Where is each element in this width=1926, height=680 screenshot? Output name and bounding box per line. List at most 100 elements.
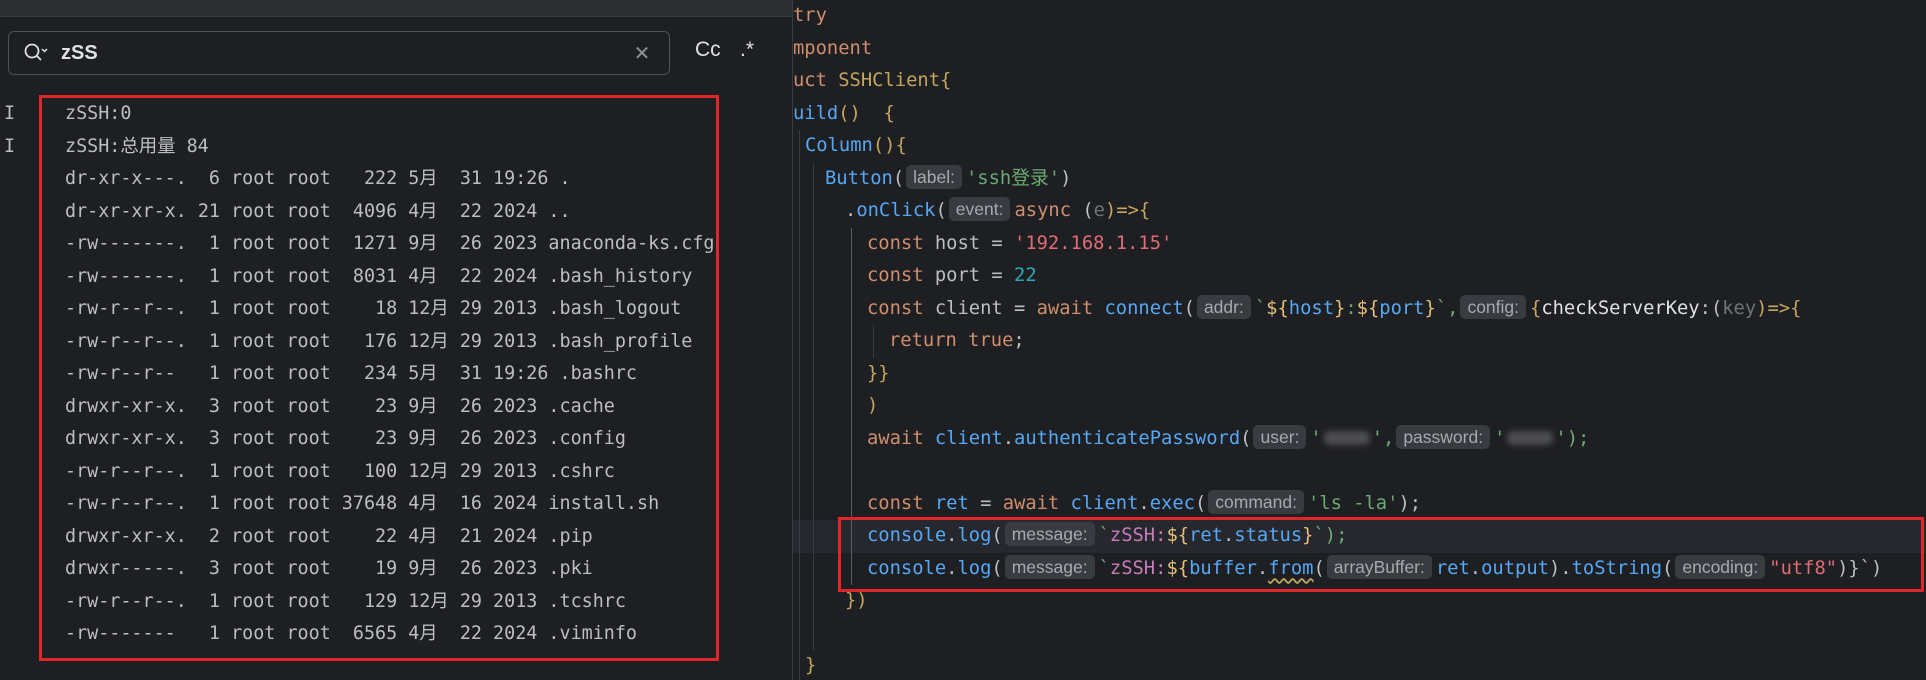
log-text: dr-xr-x---. 6 root root 222 5月 31 19:26 … <box>65 168 571 189</box>
code-line: uild() { <box>793 98 1926 131</box>
indent-guide <box>851 520 852 553</box>
code-line: mponent <box>793 33 1926 66</box>
exec-call: const ret = await client.exec(command:'l… <box>867 489 1422 514</box>
code-line: .onClick(event: async (e)=>{ <box>793 195 1926 228</box>
param-hint: event: <box>948 197 1011 221</box>
code-lines: try mponent uct SSHClient{ uild() { Colu… <box>793 0 1926 680</box>
console-log-status: console.log(message: `zSSH:${ret.status}`… <box>867 522 1348 546</box>
indent-guide <box>799 422 800 455</box>
indent-guide <box>813 260 814 293</box>
param-hint: encoding: <box>1675 554 1766 579</box>
log-text: -rw-r--r--. 1 root root 37648 4月 16 2024… <box>65 493 660 514</box>
param-hint: label: <box>906 164 962 189</box>
log-line: -rw-------. 1 root root 1271 9月 26 2023 … <box>0 228 792 261</box>
code-line: try <box>793 0 1926 33</box>
console-log-output: console.log(message: `zSSH:${buffer.from(… <box>867 554 1883 579</box>
log-line: -rw------- 1 root root 6565 4月 22 2024 .… <box>0 618 792 651</box>
log-text: -rw------- 1 root root 6565 4月 22 2024 .… <box>65 623 637 644</box>
indent-guide <box>851 455 852 488</box>
indent-guide <box>813 325 814 358</box>
indent-guide <box>813 520 814 553</box>
panel-header <box>0 0 792 17</box>
log-line: dr-xr-x---. 6 root root 222 5月 31 19:26 … <box>0 163 792 196</box>
code-editor[interactable]: try mponent uct SSHClient{ uild() { Colu… <box>792 0 1926 680</box>
log-panel: ✕ Cc .* IzSSH:0 IzSSH:总用量 84 dr-xr-x---.… <box>0 0 792 680</box>
indent-guide <box>851 325 852 358</box>
log-line: -rw-r--r--. 1 root root 100 12月 29 2013 … <box>0 456 792 489</box>
code-line: } <box>793 650 1926 680</box>
log-line: -rw-r--r--. 1 root root 129 12月 29 2013 … <box>0 586 792 619</box>
log-line: dr-xr-xr-x. 21 root root 4096 4月 22 2024… <box>0 196 792 229</box>
indent-guide <box>799 650 800 680</box>
code-line: ) <box>793 390 1926 423</box>
indent-guide <box>799 357 800 390</box>
indent-guide <box>799 552 800 585</box>
code-token: } <box>805 655 817 676</box>
indent-guide <box>813 292 814 325</box>
onclick-call: .onClick(event: async (e)=>{ <box>845 197 1151 221</box>
log-line: drwxr-xr-x. 3 root root 23 9月 26 2023 .c… <box>0 391 792 424</box>
param-hint: addr: <box>1196 294 1251 319</box>
search-icon[interactable] <box>23 41 49 65</box>
code-token: try <box>793 5 827 26</box>
return-statement: return true; <box>889 330 1025 351</box>
code-line <box>793 617 1926 650</box>
indent-guide <box>813 617 814 650</box>
log-text: -rw-r--r--. 1 root root 129 12月 29 2013 … <box>65 590 626 612</box>
indent-guide <box>799 325 800 358</box>
indent-guide <box>851 260 852 293</box>
indent-guide <box>813 552 814 585</box>
code-line: Button(label:'ssh登录') <box>793 162 1926 195</box>
code-line: console.log(message: `zSSH:${buffer.from(… <box>793 552 1926 585</box>
indent-guide <box>813 195 814 228</box>
match-case-toggle[interactable]: Cc <box>695 38 721 62</box>
param-hint: config: <box>1460 294 1526 319</box>
indent-guide <box>873 325 874 358</box>
code-line: const port = 22 <box>793 260 1926 293</box>
indent-guide <box>799 520 800 553</box>
code-line: const host = '192.168.1.15' <box>793 227 1926 260</box>
indent-guide <box>851 227 852 260</box>
search-box[interactable]: ✕ <box>8 31 670 75</box>
code-line: const ret = await client.exec(command:'l… <box>793 487 1926 520</box>
log-text: dr-xr-xr-x. 21 root root 4096 4月 22 2024… <box>65 200 571 222</box>
code-line-current: console.log(message: `zSSH:${ret.status}`… <box>793 520 1926 553</box>
log-text: zSSH:总用量 84 <box>65 135 209 157</box>
log-line: -rw-r--r--. 1 root root 37648 4月 16 2024… <box>0 488 792 521</box>
param-hint: command: <box>1208 489 1304 514</box>
param-hint: arrayBuffer: <box>1326 554 1432 579</box>
indent-guide <box>851 292 852 325</box>
indent-guide <box>799 455 800 488</box>
indent-guide <box>799 162 800 195</box>
log-line: -rw-------. 1 root root 8031 4月 22 2024 … <box>0 261 792 294</box>
log-line: drwxr-xr-x. 3 root root 23 9月 26 2023 .c… <box>0 423 792 456</box>
indent-guide <box>851 487 852 520</box>
log-text: -rw-r--r--. 1 root root 100 12月 29 2013 … <box>65 460 615 482</box>
indent-guide <box>799 130 800 163</box>
indent-guide <box>813 227 814 260</box>
code-line <box>793 455 1926 488</box>
log-line: -rw-r--r--. 1 root root 18 12月 29 2013 .… <box>0 293 792 326</box>
log-text: -rw-------. 1 root root 8031 4月 22 2024 … <box>65 265 693 287</box>
param-hint: password: <box>1396 424 1491 449</box>
code-line: const client = await connect(addr: `${hos… <box>793 292 1926 325</box>
host-declaration: const host = '192.168.1.15' <box>867 232 1173 254</box>
log-text: drwxr-----. 3 root root 19 9月 26 2023 .p… <box>65 558 593 579</box>
indent-guide <box>813 357 814 390</box>
code-line: uct SSHClient{ <box>793 65 1926 98</box>
connect-call: const client = await connect(addr: `${hos… <box>867 294 1802 319</box>
indent-guide <box>799 260 800 293</box>
log-text: -rw-r--r--. 1 root root 18 12月 29 2013 .… <box>65 298 682 319</box>
log-line: IzSSH:0 <box>0 98 792 131</box>
close-icon[interactable]: ✕ <box>629 40 655 66</box>
param-hint: message: <box>1004 522 1095 546</box>
regex-toggle[interactable]: .* <box>740 38 754 62</box>
code-token: ) <box>867 395 879 416</box>
code-token: }} <box>867 362 890 384</box>
indent-guide <box>813 162 814 195</box>
indent-guide <box>851 552 852 585</box>
authenticate-call: await client.authenticatePassword(user: '… <box>867 424 1590 449</box>
log-line: drwxr-xr-x. 2 root root 22 4月 21 2024 .p… <box>0 521 792 554</box>
log-text: drwxr-xr-x. 2 root root 22 4月 21 2024 .p… <box>65 525 593 547</box>
search-input[interactable] <box>61 38 621 68</box>
